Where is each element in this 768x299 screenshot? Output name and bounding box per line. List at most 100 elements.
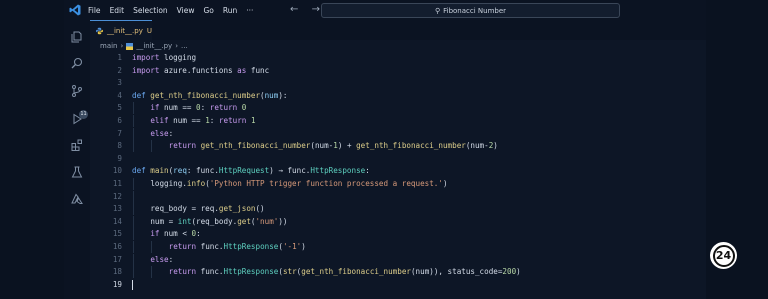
indent-guide [133, 241, 134, 253]
breadcrumb-tail[interactable]: ... [181, 42, 188, 50]
code-line[interactable]: 17 else: [90, 253, 706, 266]
code-token: logging [159, 53, 197, 62]
line-number: 8 [117, 141, 122, 151]
code-token: num [264, 90, 279, 100]
code-line[interactable]: 1 import logging [90, 52, 706, 64]
code-line[interactable]: 2 import azure.functions as func [90, 65, 706, 77]
code-line[interactable]: 14 num = int(req_body.get('num')) [90, 215, 706, 228]
command-center-search[interactable]: ⚲ Fibonacci Number [321, 3, 620, 18]
code-token: return [168, 242, 197, 251]
code-token: 1 [250, 116, 256, 125]
code-token: ) + [337, 141, 357, 151]
code-line[interactable]: 19 [90, 279, 706, 291]
menu-view[interactable]: View [177, 6, 195, 15]
code-line[interactable]: 7 else: [90, 127, 706, 140]
code-token: : [365, 166, 370, 176]
azure-icon[interactable] [71, 190, 83, 204]
menu-selection[interactable]: Selection [133, 6, 168, 15]
line-number: 6 [117, 116, 122, 125]
code-token: return [168, 267, 197, 277]
chevron-right-icon: › [120, 42, 124, 50]
source-control-icon[interactable] [71, 82, 83, 97]
line-number: 14 [112, 216, 122, 226]
indent-guide [151, 266, 153, 279]
code-text: num = int(req_body.get('num')) [150, 216, 287, 228]
code-line[interactable]: 9 [90, 153, 706, 165]
testing-icon[interactable] [71, 163, 83, 178]
line-number: 17 [112, 254, 122, 264]
indent-guide [133, 127, 134, 140]
code-token: (num- [465, 141, 489, 151]
search-text: Fibonacci Number [443, 6, 507, 15]
code-token: () [255, 204, 265, 214]
code-token: '-1' [282, 242, 302, 251]
code-token: get_nth_fibonacci_number [150, 90, 261, 100]
code-line[interactable]: 8 return get_nth_fibonacci_number(num-1) … [90, 140, 706, 153]
code-line[interactable]: 11 logging.info('Python HTTP trigger func… [90, 178, 706, 190]
explorer-icon[interactable] [71, 28, 83, 43]
extensions-icon[interactable] [71, 136, 83, 151]
indent-guide [151, 140, 153, 153]
code-line[interactable]: 5 if num == 0: return 0 [90, 102, 706, 115]
code-token: azure.functions [159, 65, 238, 75]
code-line[interactable]: 3 [90, 77, 706, 89]
code-token: HttpResponse [310, 166, 366, 176]
tab-untracked-indicator: U [146, 27, 152, 35]
activity-bar: 11 [64, 20, 90, 299]
code-token: else [150, 128, 169, 138]
code-token: def [132, 166, 146, 176]
breadcrumb-file[interactable]: __init__.py [136, 42, 172, 50]
line-number: 4 [117, 90, 122, 100]
code-text: def get_nth_fibonacci_number(num): [132, 90, 287, 102]
code-line[interactable]: 10 def main(req: func.HttpRequest) → func… [90, 165, 706, 177]
code-token: 'Python HTTP trigger function processed … [209, 179, 443, 188]
back-arrow-icon[interactable]: ← [290, 4, 298, 15]
search-icon[interactable] [71, 54, 83, 69]
code-token: 200 [502, 267, 517, 277]
line-number: 11 [112, 179, 122, 188]
tab-label: __init__.py [106, 27, 143, 35]
code-token: : [168, 128, 174, 138]
menu-run[interactable]: Run [223, 6, 237, 15]
code-token: logging. [150, 179, 187, 188]
title-bar: File Edit Selection View Go Run ··· ← → … [64, 0, 706, 20]
line-number: 7 [117, 128, 122, 138]
menu-go[interactable]: Go [203, 6, 213, 15]
code-token: get_nth_fibonacci_number [200, 141, 311, 151]
tab-init-py[interactable]: __init__.py U [90, 20, 152, 41]
code-line[interactable]: 13 req_body = req.get_json() [90, 203, 706, 216]
menu-more[interactable]: ··· [246, 6, 253, 15]
code-token: return [168, 141, 197, 151]
code-line[interactable]: 4 def get_nth_fibonacci_number(num): [90, 90, 706, 102]
vscode-logo-icon[interactable] [69, 4, 81, 16]
code-token: num < [159, 229, 192, 239]
code-line[interactable]: 15 if num < 0: [90, 228, 706, 241]
code-token: : [196, 229, 201, 239]
code-line[interactable]: 12 [90, 190, 706, 203]
code-token: (num- [310, 141, 334, 151]
search-icon: ⚲ [434, 6, 441, 15]
forward-arrow-icon[interactable]: → [312, 4, 320, 15]
indent-guide [133, 178, 134, 190]
code-token: 'num' [255, 216, 279, 226]
code-line[interactable]: 18 return func.HttpResponse(str(get_nth_f… [90, 266, 706, 279]
code-text: elif num == 1: return 1 [150, 115, 255, 127]
code-token: HttpRequest [218, 166, 270, 176]
code-editor[interactable]: 1 import logging 2 import azure.functions a… [90, 52, 706, 299]
menu-file[interactable]: File [88, 6, 101, 15]
menu-bar: File Edit Selection View Go Run ··· [88, 0, 262, 20]
step-number: 24 [712, 244, 735, 267]
breadcrumb-folder[interactable]: main [100, 42, 118, 50]
line-number: 3 [117, 78, 122, 88]
line-number: 2 [117, 65, 122, 75]
code-token: (req_body. [191, 216, 238, 226]
code-token: elif [150, 116, 169, 125]
code-line[interactable]: 16 return func.HttpResponse('-1') [90, 241, 706, 253]
python-file-icon [126, 42, 134, 50]
menu-edit[interactable]: Edit [110, 6, 125, 15]
run-debug-icon[interactable] [71, 110, 83, 125]
code-text: def main(req: func.HttpRequest) → func.H… [132, 165, 370, 177]
code-line[interactable]: 6 elif num == 1: return 1 [90, 115, 706, 127]
code-text: if num < 0: [150, 228, 200, 240]
line-number: 16 [112, 242, 122, 251]
